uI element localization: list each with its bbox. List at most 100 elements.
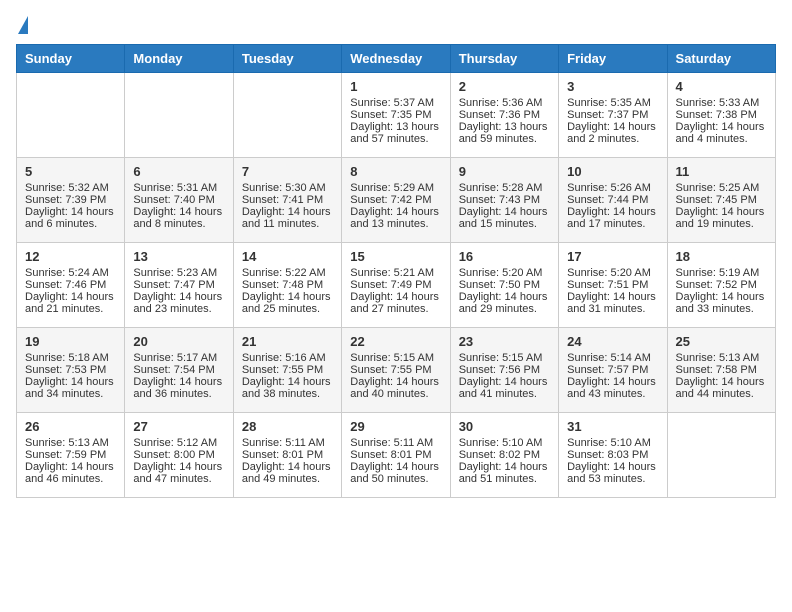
calendar-day-cell: 3 Sunrise: 5:35 AM Sunset: 7:37 PM Dayli… xyxy=(559,73,667,158)
calendar-day-cell: 19 Sunrise: 5:18 AM Sunset: 7:53 PM Dayl… xyxy=(17,328,125,413)
sunset-text: Sunset: 8:01 PM xyxy=(350,449,431,461)
sunset-text: Sunset: 7:44 PM xyxy=(567,194,648,206)
daylight-text: Daylight: 14 hours and 13 minutes. xyxy=(350,206,439,230)
daylight-text: Daylight: 14 hours and 36 minutes. xyxy=(133,376,222,400)
calendar-day-cell: 30 Sunrise: 5:10 AM Sunset: 8:02 PM Dayl… xyxy=(450,413,558,498)
daylight-text: Daylight: 14 hours and 46 minutes. xyxy=(25,461,114,485)
daylight-text: Daylight: 13 hours and 57 minutes. xyxy=(350,121,439,145)
daylight-text: Daylight: 14 hours and 27 minutes. xyxy=(350,291,439,315)
sunset-text: Sunset: 7:49 PM xyxy=(350,279,431,291)
daylight-text: Daylight: 14 hours and 19 minutes. xyxy=(676,206,765,230)
calendar-day-cell: 14 Sunrise: 5:22 AM Sunset: 7:48 PM Dayl… xyxy=(233,243,341,328)
day-number: 15 xyxy=(350,249,441,264)
calendar-day-cell: 8 Sunrise: 5:29 AM Sunset: 7:42 PM Dayli… xyxy=(342,158,450,243)
sunset-text: Sunset: 7:55 PM xyxy=(350,364,431,376)
calendar-week-row: 5 Sunrise: 5:32 AM Sunset: 7:39 PM Dayli… xyxy=(17,158,776,243)
daylight-text: Daylight: 14 hours and 40 minutes. xyxy=(350,376,439,400)
day-number: 18 xyxy=(676,249,767,264)
sunset-text: Sunset: 7:43 PM xyxy=(459,194,540,206)
day-number: 10 xyxy=(567,164,658,179)
calendar-day-cell: 6 Sunrise: 5:31 AM Sunset: 7:40 PM Dayli… xyxy=(125,158,233,243)
day-of-week-header: Thursday xyxy=(450,45,558,73)
sunset-text: Sunset: 7:47 PM xyxy=(133,279,214,291)
sunset-text: Sunset: 7:58 PM xyxy=(676,364,757,376)
day-number: 14 xyxy=(242,249,333,264)
day-number: 27 xyxy=(133,419,224,434)
day-of-week-header: Friday xyxy=(559,45,667,73)
day-number: 31 xyxy=(567,419,658,434)
calendar-day-cell xyxy=(667,413,775,498)
calendar-week-row: 12 Sunrise: 5:24 AM Sunset: 7:46 PM Dayl… xyxy=(17,243,776,328)
sunrise-text: Sunrise: 5:36 AM xyxy=(459,97,543,109)
sunrise-text: Sunrise: 5:29 AM xyxy=(350,182,434,194)
sunset-text: Sunset: 7:50 PM xyxy=(459,279,540,291)
sunrise-text: Sunrise: 5:25 AM xyxy=(676,182,760,194)
daylight-text: Daylight: 14 hours and 50 minutes. xyxy=(350,461,439,485)
day-number: 1 xyxy=(350,79,441,94)
sunset-text: Sunset: 7:41 PM xyxy=(242,194,323,206)
sunrise-text: Sunrise: 5:19 AM xyxy=(676,267,760,279)
calendar-day-cell xyxy=(125,73,233,158)
calendar-day-cell xyxy=(233,73,341,158)
sunset-text: Sunset: 7:56 PM xyxy=(459,364,540,376)
calendar-day-cell: 12 Sunrise: 5:24 AM Sunset: 7:46 PM Dayl… xyxy=(17,243,125,328)
day-number: 26 xyxy=(25,419,116,434)
daylight-text: Daylight: 14 hours and 8 minutes. xyxy=(133,206,222,230)
daylight-text: Daylight: 14 hours and 6 minutes. xyxy=(25,206,114,230)
sunrise-text: Sunrise: 5:32 AM xyxy=(25,182,109,194)
daylight-text: Daylight: 14 hours and 17 minutes. xyxy=(567,206,656,230)
calendar-day-cell: 11 Sunrise: 5:25 AM Sunset: 7:45 PM Dayl… xyxy=(667,158,775,243)
day-number: 9 xyxy=(459,164,550,179)
day-of-week-header: Tuesday xyxy=(233,45,341,73)
day-number: 4 xyxy=(676,79,767,94)
sunrise-text: Sunrise: 5:13 AM xyxy=(676,352,760,364)
calendar-table: SundayMondayTuesdayWednesdayThursdayFrid… xyxy=(16,44,776,498)
day-number: 28 xyxy=(242,419,333,434)
sunset-text: Sunset: 7:57 PM xyxy=(567,364,648,376)
day-number: 16 xyxy=(459,249,550,264)
sunrise-text: Sunrise: 5:23 AM xyxy=(133,267,217,279)
daylight-text: Daylight: 14 hours and 53 minutes. xyxy=(567,461,656,485)
sunrise-text: Sunrise: 5:10 AM xyxy=(567,437,651,449)
calendar-day-cell: 4 Sunrise: 5:33 AM Sunset: 7:38 PM Dayli… xyxy=(667,73,775,158)
calendar-day-cell: 9 Sunrise: 5:28 AM Sunset: 7:43 PM Dayli… xyxy=(450,158,558,243)
day-of-week-header: Sunday xyxy=(17,45,125,73)
sunrise-text: Sunrise: 5:37 AM xyxy=(350,97,434,109)
day-number: 5 xyxy=(25,164,116,179)
calendar-week-row: 1 Sunrise: 5:37 AM Sunset: 7:35 PM Dayli… xyxy=(17,73,776,158)
calendar-day-cell: 27 Sunrise: 5:12 AM Sunset: 8:00 PM Dayl… xyxy=(125,413,233,498)
calendar-header-row: SundayMondayTuesdayWednesdayThursdayFrid… xyxy=(17,45,776,73)
daylight-text: Daylight: 14 hours and 51 minutes. xyxy=(459,461,548,485)
sunrise-text: Sunrise: 5:12 AM xyxy=(133,437,217,449)
sunset-text: Sunset: 7:55 PM xyxy=(242,364,323,376)
daylight-text: Daylight: 14 hours and 34 minutes. xyxy=(25,376,114,400)
sunrise-text: Sunrise: 5:24 AM xyxy=(25,267,109,279)
day-number: 30 xyxy=(459,419,550,434)
sunset-text: Sunset: 7:35 PM xyxy=(350,109,431,121)
sunrise-text: Sunrise: 5:15 AM xyxy=(350,352,434,364)
day-number: 21 xyxy=(242,334,333,349)
calendar-day-cell xyxy=(17,73,125,158)
logo-triangle-icon xyxy=(18,16,28,34)
day-number: 13 xyxy=(133,249,224,264)
sunset-text: Sunset: 7:38 PM xyxy=(676,109,757,121)
calendar-week-row: 19 Sunrise: 5:18 AM Sunset: 7:53 PM Dayl… xyxy=(17,328,776,413)
day-number: 8 xyxy=(350,164,441,179)
day-number: 25 xyxy=(676,334,767,349)
daylight-text: Daylight: 14 hours and 23 minutes. xyxy=(133,291,222,315)
daylight-text: Daylight: 14 hours and 31 minutes. xyxy=(567,291,656,315)
sunrise-text: Sunrise: 5:11 AM xyxy=(242,437,325,449)
daylight-text: Daylight: 14 hours and 49 minutes. xyxy=(242,461,331,485)
day-number: 23 xyxy=(459,334,550,349)
sunset-text: Sunset: 8:02 PM xyxy=(459,449,540,461)
sunrise-text: Sunrise: 5:21 AM xyxy=(350,267,434,279)
daylight-text: Daylight: 14 hours and 25 minutes. xyxy=(242,291,331,315)
day-number: 19 xyxy=(25,334,116,349)
sunrise-text: Sunrise: 5:20 AM xyxy=(567,267,651,279)
day-of-week-header: Wednesday xyxy=(342,45,450,73)
calendar-day-cell: 22 Sunrise: 5:15 AM Sunset: 7:55 PM Dayl… xyxy=(342,328,450,413)
calendar-day-cell: 26 Sunrise: 5:13 AM Sunset: 7:59 PM Dayl… xyxy=(17,413,125,498)
sunrise-text: Sunrise: 5:28 AM xyxy=(459,182,543,194)
daylight-text: Daylight: 14 hours and 41 minutes. xyxy=(459,376,548,400)
daylight-text: Daylight: 13 hours and 59 minutes. xyxy=(459,121,548,145)
